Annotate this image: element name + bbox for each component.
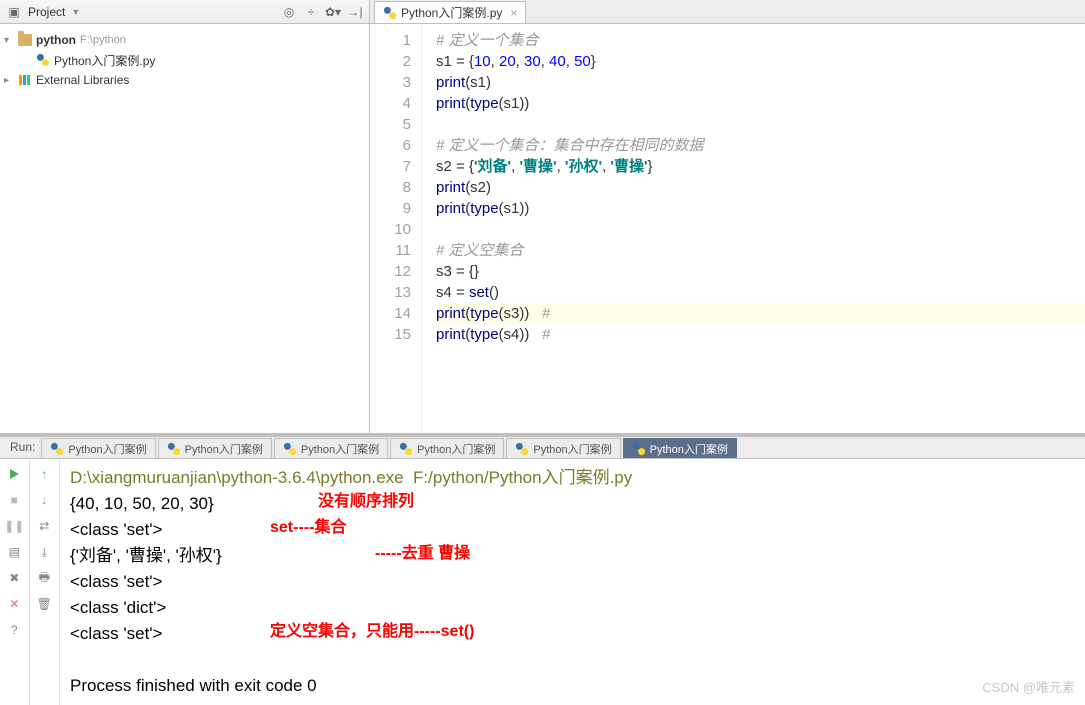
python-file-icon — [283, 442, 297, 456]
annotation: 定义空集合，只能用-----set() — [270, 619, 474, 645]
annotation: set----集合 — [270, 515, 346, 541]
python-file-icon — [515, 442, 529, 456]
python-file-icon — [399, 442, 413, 456]
run-tab[interactable]: Python入门案例 — [623, 438, 737, 458]
editor-tab-label: Python入门案例.py — [401, 4, 502, 21]
close-run-icon[interactable]: ✕ — [5, 595, 23, 613]
close-icon[interactable]: × — [510, 6, 517, 20]
pause-icon[interactable]: ❚❚ — [5, 517, 23, 535]
tree-root-name: python — [36, 33, 76, 47]
help-icon[interactable]: ? — [5, 621, 23, 639]
tree-file[interactable]: Python入门案例.py — [0, 50, 369, 70]
python-file-icon — [167, 442, 181, 456]
line-gutter: 123456789101112131415 — [370, 24, 422, 433]
run-tab[interactable]: Python入门案例 — [274, 438, 388, 458]
run-tab[interactable]: Python入门案例 — [41, 438, 155, 458]
gear-icon[interactable]: ✿▾ — [325, 4, 341, 20]
rerun-icon[interactable] — [5, 465, 23, 483]
divide-icon[interactable]: ÷ — [303, 4, 319, 20]
console-exit: Process finished with exit code 0 — [70, 673, 1075, 699]
python-file-icon — [632, 442, 646, 456]
tree-root-path: F:\python — [80, 34, 126, 46]
console-line: <class 'set'> — [70, 569, 1075, 595]
editor-area: Python入门案例.py × 123456789101112131415 # … — [370, 0, 1085, 433]
watermark: CSDN @唯元素 — [982, 675, 1075, 701]
run-tab-label: Python入门案例 — [417, 441, 495, 457]
pin-icon[interactable]: ✖ — [5, 569, 23, 587]
up-icon[interactable]: ↑ — [35, 465, 53, 483]
scroll-icon[interactable]: ⤓ — [35, 543, 53, 561]
hide-icon[interactable]: →| — [347, 4, 363, 20]
run-toolbar: ■ ❚❚ ▤ ✖ ✕ ? ↑ ↓ ⇄ ⤓ 🖶 🗑 — [0, 459, 60, 705]
wrap-icon[interactable]: ⇄ — [35, 517, 53, 535]
python-file-icon — [50, 442, 64, 456]
tree-external-libs[interactable]: ▸ External Libraries — [0, 70, 369, 90]
console-cmd: D:\xiangmuruanjian\python-3.6.4\python.e… — [70, 465, 1075, 491]
console-output[interactable]: D:\xiangmuruanjian\python-3.6.4\python.e… — [60, 459, 1085, 705]
run-label: Run: — [4, 436, 41, 458]
folder-icon — [18, 34, 32, 46]
project-tree[interactable]: ▾ python F:\python Python入门案例.py ▸ Exter… — [0, 24, 369, 96]
run-tab[interactable]: Python入门案例 — [506, 438, 620, 458]
layout-icon[interactable]: ▤ — [5, 543, 23, 561]
console-line: <class 'set'> — [70, 517, 1075, 543]
tree-root[interactable]: ▾ python F:\python — [0, 30, 369, 50]
chevron-right-icon[interactable]: ▸ — [4, 75, 14, 86]
console-line: {40, 10, 50, 20, 30} — [70, 491, 1075, 517]
dropdown-icon[interactable]: ▼ — [71, 7, 80, 17]
run-tab[interactable]: Python入门案例 — [390, 438, 504, 458]
tree-file-name: Python入门案例.py — [54, 52, 155, 69]
run-tab-label: Python入门案例 — [68, 441, 146, 457]
locate-icon[interactable]: ◎ — [281, 4, 297, 20]
run-tab-label: Python入门案例 — [533, 441, 611, 457]
editor-tab-bar: Python入门案例.py × — [370, 0, 1085, 24]
python-file-icon — [383, 6, 397, 20]
library-icon — [18, 73, 32, 87]
run-tab-bar: Run: Python入门案例 Python入门案例 Python入门案例 Pytho… — [0, 437, 1085, 459]
run-tab-label: Python入门案例 — [301, 441, 379, 457]
down-icon[interactable]: ↓ — [35, 491, 53, 509]
project-panel-header: ▣ Project ▼ ◎ ÷ ✿▾ →| — [0, 0, 369, 24]
print-icon[interactable]: 🖶 — [35, 569, 53, 587]
project-view-icon[interactable]: ▣ — [6, 4, 22, 20]
code-lines[interactable]: # 定义一个集合s1 = {10, 20, 30, 40, 50}print(s… — [422, 24, 1085, 433]
tree-ext-lib-label: External Libraries — [36, 73, 129, 87]
annotation: 没有顺序排列 — [318, 489, 414, 515]
chevron-down-icon[interactable]: ▾ — [4, 35, 14, 46]
project-panel: ▣ Project ▼ ◎ ÷ ✿▾ →| ▾ python F:\python… — [0, 0, 370, 433]
python-file-icon — [36, 53, 50, 67]
run-tool-window: Run: Python入门案例 Python入门案例 Python入门案例 Pytho… — [0, 434, 1085, 683]
console-line: {'刘备', '曹操', '孙权'} — [70, 543, 1075, 569]
run-tab-label: Python入门案例 — [185, 441, 263, 457]
console-line: <class 'set'> — [70, 621, 1075, 647]
project-panel-title: Project — [28, 5, 65, 19]
editor-tab[interactable]: Python入门案例.py × — [374, 1, 526, 23]
trash-icon[interactable]: 🗑 — [35, 595, 53, 613]
run-tab-label: Python入门案例 — [650, 441, 728, 457]
code-editor[interactable]: 123456789101112131415 # 定义一个集合s1 = {10, … — [370, 24, 1085, 433]
run-tab[interactable]: Python入门案例 — [158, 438, 272, 458]
console-line: <class 'dict'> — [70, 595, 1075, 621]
annotation: -----去重 曹操 — [375, 541, 470, 567]
stop-icon[interactable]: ■ — [5, 491, 23, 509]
